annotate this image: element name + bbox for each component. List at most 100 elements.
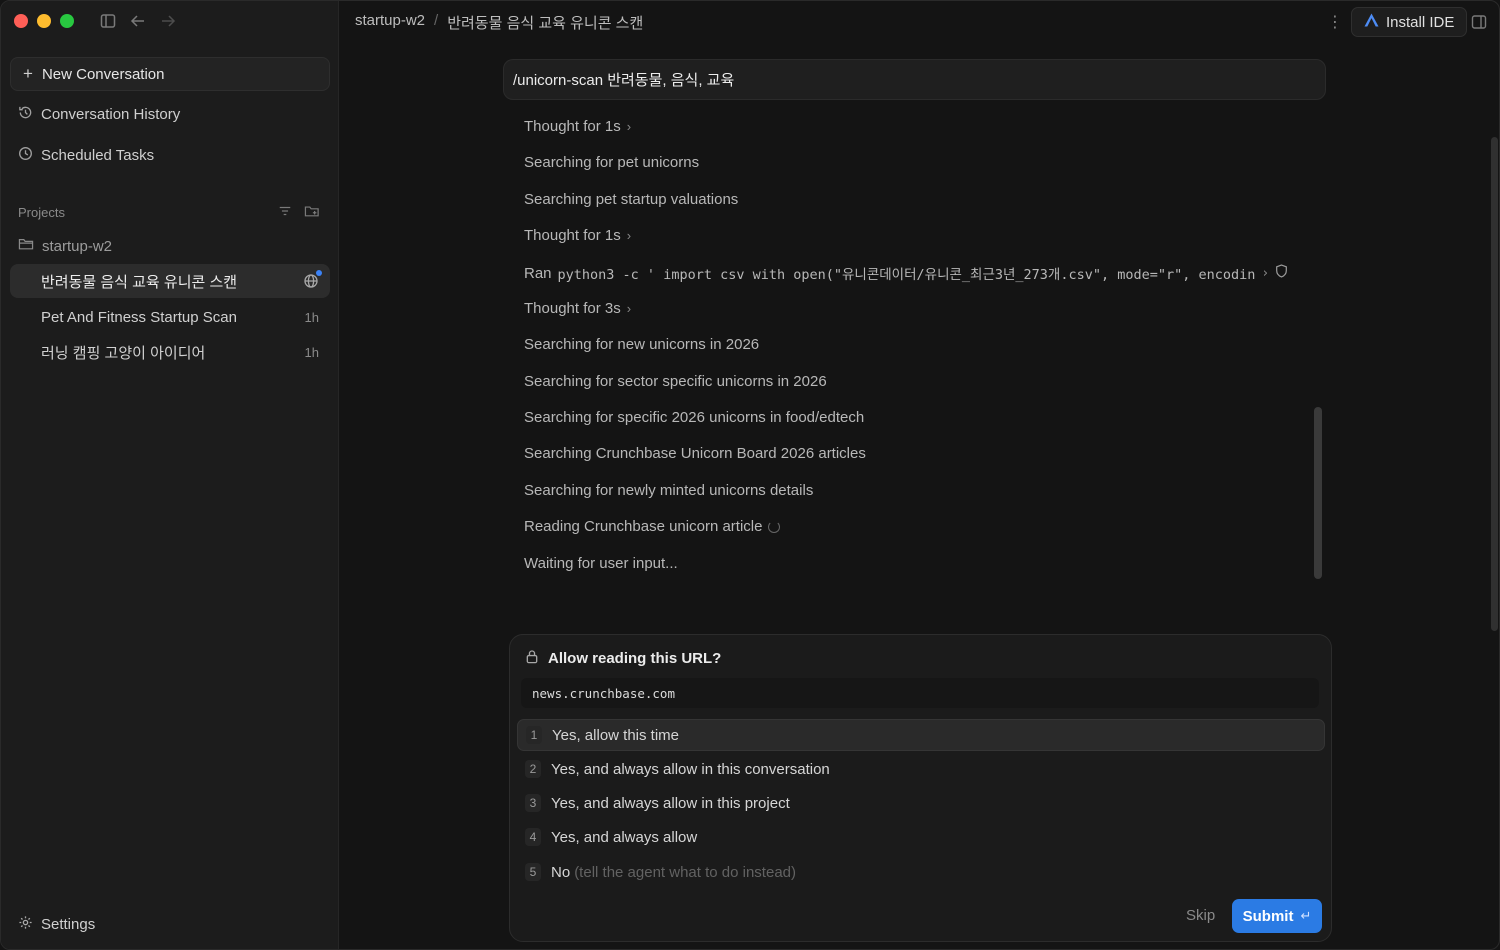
option-number: 3 [525,794,541,812]
step-search: Searching pet startup valuations [524,191,738,208]
conversation-title: 반려동물 음식 교육 유니콘 스캔 [41,273,238,291]
step-label: Ran [524,264,552,282]
submit-label: Submit [1242,907,1294,925]
option-label: Yes, allow this time [552,726,680,744]
step-thought[interactable]: Thought for 1s › [524,227,631,244]
chevron-right-icon: › [1261,265,1270,281]
option-label: No [551,863,571,881]
lock-icon [525,649,539,668]
scheduled-tasks-link[interactable]: Scheduled Tasks [18,146,154,165]
folder-icon [18,237,34,255]
option-number: 4 [525,828,541,846]
option-number: 5 [525,863,541,881]
conversation-title: 러닝 캠핑 고양이 아이디어 [41,344,206,362]
conversation-time: 1h [304,344,319,360]
conversation-title: Pet And Fitness Startup Scan [41,308,237,326]
new-folder-icon[interactable] [304,204,320,221]
submit-button[interactable]: Submit ↵ [1232,899,1322,933]
loading-spinner-icon [768,520,781,533]
shield-icon [1275,264,1288,282]
window-controls [14,14,74,28]
new-conversation-button[interactable]: + New Conversation [10,57,330,91]
permission-panel: Allow reading this URL? news.crunchbase.… [509,634,1332,942]
chevron-right-icon: › [626,119,632,134]
step-thought[interactable]: Thought for 3s › [524,300,631,317]
history-icon [18,105,33,124]
breadcrumb-separator: / [434,12,439,29]
breadcrumb: startup-w2 / 반려동물 음식 교육 유니콘 스캔 [355,12,643,33]
permission-option-2[interactable]: 2 Yes, and always allow in this conversa… [517,753,1325,785]
clock-icon [18,146,33,165]
step-text: Searching Crunchbase Unicorn Board 2026 … [524,445,866,462]
step-search: Searching for new unicorns in 2026 [524,336,759,353]
conversation-scrollbar[interactable] [1314,407,1322,579]
filter-icon[interactable] [278,204,292,221]
projects-header: Projects [18,204,320,221]
conversation-item-active[interactable]: 반려동물 음식 교육 유니콘 스캔 [10,264,330,298]
chevron-right-icon: › [626,228,632,243]
permission-option-5[interactable]: 5 No (tell the agent what to do instead) [517,856,1325,888]
zoom-window-button[interactable] [60,14,74,28]
projects-label: Projects [18,205,65,220]
permission-title: Allow reading this URL? [525,649,721,668]
globe-icon [303,270,322,289]
option-label: Yes, and always allow in this conversati… [551,760,830,778]
window-scrollbar[interactable] [1491,137,1498,631]
conversation-item[interactable]: Pet And Fitness Startup Scan 1h [10,300,330,334]
step-search: Searching for sector specific unicorns i… [524,373,827,390]
step-text: Waiting for user input... [524,555,678,572]
forward-arrow-icon[interactable] [159,11,177,31]
user-prompt: /unicorn-scan 반려동물, 음식, 교육 [503,59,1326,100]
project-folder[interactable]: startup-w2 [18,237,112,255]
sidebar: + New Conversation Conversation History … [1,1,339,949]
toggle-right-panel-icon[interactable] [1471,14,1487,35]
step-waiting: Waiting for user input... [524,555,678,572]
command-code: python3 -c ' import csv with open("유니콘데이… [557,267,1256,283]
toggle-sidebar-icon[interactable] [99,11,117,31]
step-thought[interactable]: Thought for 1s › [524,118,631,135]
permission-title-text: Allow reading this URL? [548,650,722,667]
chevron-right-icon: › [626,301,632,316]
plus-icon: + [23,64,33,83]
permission-url: news.crunchbase.com [521,678,1319,708]
gear-icon [18,915,33,934]
permission-option-1[interactable]: 1 Yes, allow this time [517,719,1325,751]
close-window-button[interactable] [14,14,28,28]
step-text: Thought for 1s [524,118,621,135]
step-text: Searching for specific 2026 unicorns in … [524,409,865,426]
back-arrow-icon[interactable] [129,11,147,31]
install-ide-button[interactable]: Install IDE [1351,7,1468,37]
breadcrumb-project[interactable]: startup-w2 [355,12,425,33]
step-text: Reading Crunchbase unicorn article [524,518,763,535]
step-command[interactable]: Ran python3 -c ' import csv with open("유… [524,263,1288,283]
permission-option-4[interactable]: 4 Yes, and always allow [517,821,1325,853]
step-search: Searching for newly minted unicorns deta… [524,482,813,499]
option-label: Yes, and always allow in this project [551,794,790,812]
step-text: Searching for newly minted unicorns deta… [524,482,814,499]
breadcrumb-conversation: 반려동물 음식 교육 유니콘 스캔 [447,15,644,32]
conversation-item[interactable]: 러닝 캠핑 고양이 아이디어 1h [10,335,330,369]
minimize-window-button[interactable] [37,14,51,28]
permission-option-3[interactable]: 3 Yes, and always allow in this project [517,787,1325,819]
notification-dot [316,270,322,276]
conversation-history-label: Conversation History [41,106,181,123]
step-reading: Reading Crunchbase unicorn article [524,518,781,535]
settings-link[interactable]: Settings [18,915,95,934]
ide-logo-icon [1364,13,1379,31]
return-key-icon: ↵ [1300,908,1312,923]
step-text: Searching pet startup valuations [524,191,739,208]
skip-button[interactable]: Skip [1186,907,1215,924]
step-search: Searching Crunchbase Unicorn Board 2026 … [524,445,866,462]
project-folder-label: startup-w2 [42,237,113,255]
scheduled-tasks-label: Scheduled Tasks [41,147,155,164]
settings-label: Settings [41,916,96,933]
step-text: Thought for 1s [524,227,621,244]
step-search: Searching for specific 2026 unicorns in … [524,409,864,426]
step-text: Searching for pet unicorns [524,154,700,171]
install-ide-label: Install IDE [1386,13,1455,31]
more-options-icon[interactable]: ⋮ [1327,12,1343,32]
option-number: 2 [525,760,541,778]
step-text: Thought for 3s [524,300,621,317]
option-number: 1 [526,726,542,744]
conversation-history-link[interactable]: Conversation History [18,105,180,124]
